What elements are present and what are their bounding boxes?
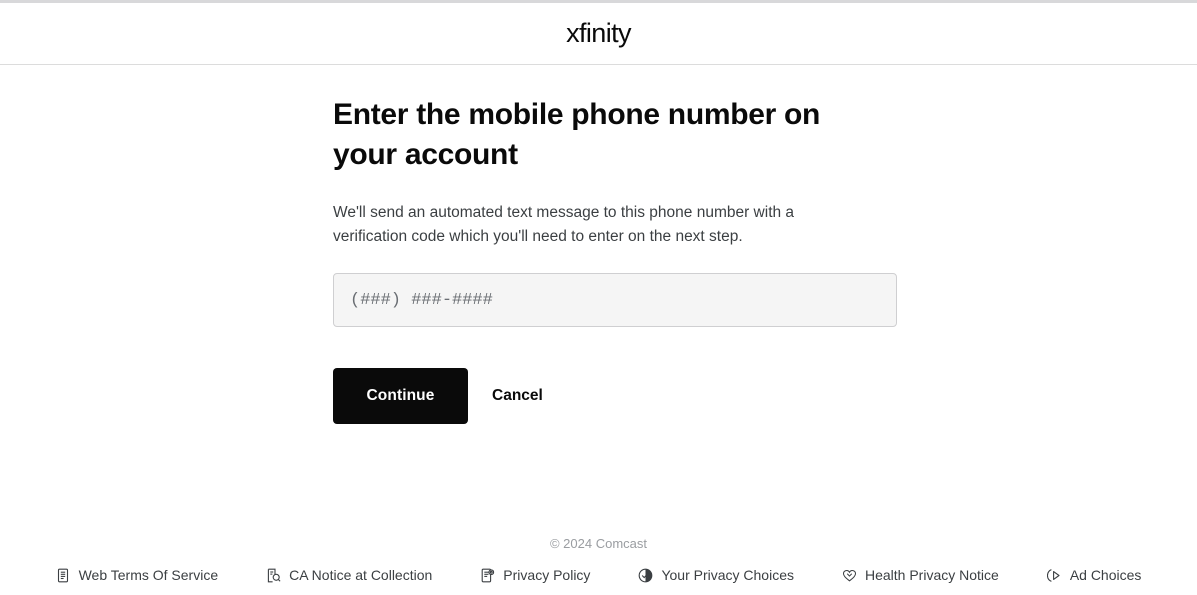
footer-link-label: Health Privacy Notice bbox=[864, 567, 999, 583]
footer-link-label: Your Privacy Choices bbox=[661, 567, 794, 583]
main-content: Enter the mobile phone number on your ac… bbox=[0, 65, 1197, 424]
footer-links: Web Terms Of Service CA Notice at Collec… bbox=[0, 567, 1197, 583]
xfinity-logo[interactable]: xfinity bbox=[566, 20, 631, 47]
phone-field-row bbox=[333, 273, 1197, 327]
footer-link-web-terms-of-service[interactable]: Web Terms Of Service bbox=[56, 567, 219, 583]
phone-number-input[interactable] bbox=[333, 273, 897, 327]
footer-link-your-privacy-choices[interactable]: Your Privacy Choices bbox=[638, 567, 794, 583]
page-title: Enter the mobile phone number on your ac… bbox=[333, 98, 821, 171]
site-footer: © 2024 Comcast Web Terms Of Service CA N… bbox=[0, 536, 1197, 595]
heart-shield-icon bbox=[842, 568, 857, 583]
footer-link-ca-notice-at-collection[interactable]: CA Notice at Collection bbox=[266, 567, 432, 583]
cancel-button[interactable]: Cancel bbox=[484, 387, 551, 405]
footer-link-label: Privacy Policy bbox=[503, 567, 591, 583]
footer-link-label: Web Terms Of Service bbox=[78, 567, 219, 583]
footer-link-label: Ad Choices bbox=[1069, 567, 1142, 583]
document-search-icon bbox=[266, 568, 281, 583]
document-icon bbox=[56, 568, 71, 583]
ad-choices-icon bbox=[1046, 568, 1062, 583]
continue-button[interactable]: Continue bbox=[333, 368, 468, 424]
document-gear-icon bbox=[480, 568, 495, 583]
footer-link-label: CA Notice at Collection bbox=[289, 567, 433, 583]
footer-link-health-privacy-notice[interactable]: Health Privacy Notice bbox=[842, 567, 999, 583]
footer-link-privacy-policy[interactable]: Privacy Policy bbox=[480, 567, 590, 583]
privacy-choices-icon bbox=[638, 568, 653, 583]
action-buttons: Continue Cancel bbox=[333, 368, 1197, 424]
footer-link-ad-choices[interactable]: Ad Choices bbox=[1046, 567, 1142, 583]
site-header: xfinity bbox=[0, 3, 1197, 65]
copyright-text: © 2024 Comcast bbox=[549, 536, 647, 551]
page-description: We'll send an automated text message to … bbox=[333, 204, 795, 245]
